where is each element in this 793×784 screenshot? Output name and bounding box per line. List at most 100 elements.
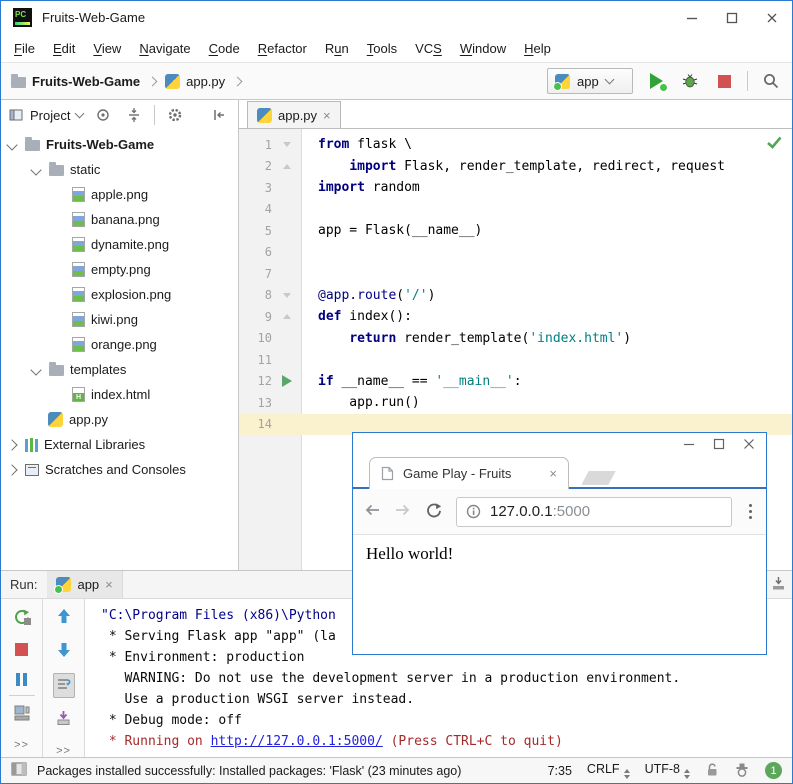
search-everywhere-button[interactable]: [760, 70, 782, 92]
python-file-icon: [48, 412, 63, 427]
down-stack-trace-button[interactable]: [56, 642, 72, 661]
minimize-button[interactable]: [672, 1, 712, 34]
chevron-collapsed-icon[interactable]: [6, 464, 17, 475]
breadcrumb: Fruits-Web-Game app.py: [11, 74, 243, 89]
maximize-button[interactable]: [712, 1, 752, 34]
pause-output-button[interactable]: [16, 673, 27, 686]
browser-maximize-button[interactable]: [704, 433, 734, 454]
info-icon: [466, 504, 481, 519]
menu-item-view[interactable]: View: [84, 38, 130, 59]
menu-item-edit[interactable]: Edit: [44, 38, 84, 59]
more-actions-button[interactable]: >>: [14, 739, 29, 751]
menu-item-tools[interactable]: Tools: [358, 38, 406, 59]
close-tab-icon[interactable]: ×: [549, 467, 557, 480]
encoding-widget[interactable]: UTF-8: [645, 762, 690, 779]
back-button[interactable]: [363, 502, 381, 521]
tree-item-empty-png[interactable]: empty.png: [1, 257, 238, 282]
scroll-to-end-button[interactable]: [55, 710, 72, 730]
collapse-all-button[interactable]: [123, 104, 145, 126]
tree-item-external-libraries[interactable]: External Libraries: [1, 432, 238, 457]
locate-file-button[interactable]: [92, 104, 114, 126]
forward-button[interactable]: [394, 502, 412, 521]
line-number: 1: [239, 138, 272, 152]
run-tab-app[interactable]: app ×: [47, 571, 122, 598]
toolwindows-icon: [11, 762, 27, 776]
chevron-collapsed-icon[interactable]: [6, 439, 17, 450]
run-config-selector[interactable]: app: [547, 68, 633, 94]
fold-marker-icon[interactable]: [283, 314, 291, 319]
chevron-expanded-icon[interactable]: [6, 139, 17, 150]
browser-close-button[interactable]: [734, 433, 764, 454]
tree-item-orange-png[interactable]: orange.png: [1, 332, 238, 357]
close-button[interactable]: [752, 1, 792, 34]
cursor-position[interactable]: 7:35: [548, 764, 572, 778]
console-url-link[interactable]: http://127.0.0.1:5000/: [211, 734, 383, 749]
run-button[interactable]: [645, 70, 667, 92]
highlighting-level-button[interactable]: [734, 762, 750, 780]
line-number: 13: [239, 396, 272, 410]
close-tab-icon[interactable]: ×: [323, 109, 331, 122]
close-tab-icon[interactable]: ×: [105, 578, 113, 591]
reload-button[interactable]: [425, 502, 443, 522]
tree-item-scratches-and-consoles[interactable]: Scratches and Consoles: [1, 457, 238, 482]
rerun-button[interactable]: [13, 608, 31, 626]
run-line-marker-icon[interactable]: [282, 375, 292, 387]
tree-item-static[interactable]: static: [1, 157, 238, 182]
browser-menu-button[interactable]: [745, 504, 756, 519]
dock-panel-button[interactable]: [770, 575, 787, 595]
menu-item-code[interactable]: Code: [200, 38, 249, 59]
line-number: 12: [239, 374, 272, 388]
browser-tab[interactable]: Game Play - Fruits ×: [369, 457, 569, 489]
debug-button[interactable]: [679, 70, 701, 92]
stop-button[interactable]: [713, 70, 735, 92]
address-bar[interactable]: 127.0.0.1:5000: [456, 497, 732, 527]
chevron-expanded-icon[interactable]: [30, 164, 41, 175]
tree-item-label: templates: [70, 362, 126, 377]
readonly-lock-button[interactable]: [705, 762, 719, 780]
menu-item-navigate[interactable]: Navigate: [130, 38, 199, 59]
tree-item-app-py[interactable]: app.py: [1, 407, 238, 432]
fold-marker-icon[interactable]: [283, 293, 291, 298]
toolbar-separator: [747, 71, 748, 91]
editor-line: 8@app.route('/'): [239, 285, 792, 307]
toolwindow-toggle-button[interactable]: [11, 762, 27, 779]
up-stack-trace-button[interactable]: [56, 608, 72, 627]
new-tab-button[interactable]: [581, 471, 615, 485]
line-number: 2: [239, 159, 272, 173]
breadcrumb-fruits-web-game[interactable]: Fruits-Web-Game: [11, 74, 140, 89]
breadcrumb-app-py[interactable]: app.py: [165, 74, 225, 89]
menu-item-vcs[interactable]: VCS: [406, 38, 451, 59]
folder-icon: [11, 77, 26, 88]
hide-panel-button[interactable]: [208, 104, 230, 126]
more-options-button[interactable]: >>: [56, 745, 71, 757]
stop-process-button[interactable]: [15, 643, 28, 656]
menu-item-run[interactable]: Run: [316, 38, 358, 59]
editor-tab-app-py[interactable]: app.py ×: [247, 101, 341, 128]
panel-settings-button[interactable]: [164, 104, 186, 126]
soft-wrap-button[interactable]: [53, 673, 75, 698]
tree-item-dynamite-png[interactable]: dynamite.png: [1, 232, 238, 257]
menu-item-refactor[interactable]: Refactor: [249, 38, 316, 59]
line-separator-widget[interactable]: CRLF: [587, 762, 630, 779]
browser-minimize-button[interactable]: [674, 433, 704, 454]
menu-item-help[interactable]: Help: [515, 38, 560, 59]
tree-item-explosion-png[interactable]: explosion.png: [1, 282, 238, 307]
tree-item-apple-png[interactable]: apple.png: [1, 182, 238, 207]
chevron-expanded-icon[interactable]: [30, 364, 41, 375]
fold-marker-icon[interactable]: [283, 142, 291, 147]
tree-item-index-html[interactable]: Hindex.html: [1, 382, 238, 407]
tree-item-kiwi-png[interactable]: kiwi.png: [1, 307, 238, 332]
menu-item-file[interactable]: File: [5, 38, 44, 59]
editor-line: 4: [239, 199, 792, 221]
tree-item-banana-png[interactable]: banana.png: [1, 207, 238, 232]
fold-marker-icon[interactable]: [283, 164, 291, 169]
restore-layout-button[interactable]: [13, 705, 31, 724]
tree-item-label: banana.png: [91, 212, 160, 227]
tree-item-fruits-web-game[interactable]: Fruits-Web-Game: [1, 132, 238, 157]
project-view-selector[interactable]: Project: [9, 108, 83, 123]
breadcrumb-label: app.py: [186, 74, 225, 89]
event-log-badge[interactable]: 1: [765, 762, 782, 779]
menu-item-window[interactable]: Window: [451, 38, 515, 59]
tree-item-templates[interactable]: templates: [1, 357, 238, 382]
status-message[interactable]: Packages installed successfully: Install…: [37, 764, 461, 778]
